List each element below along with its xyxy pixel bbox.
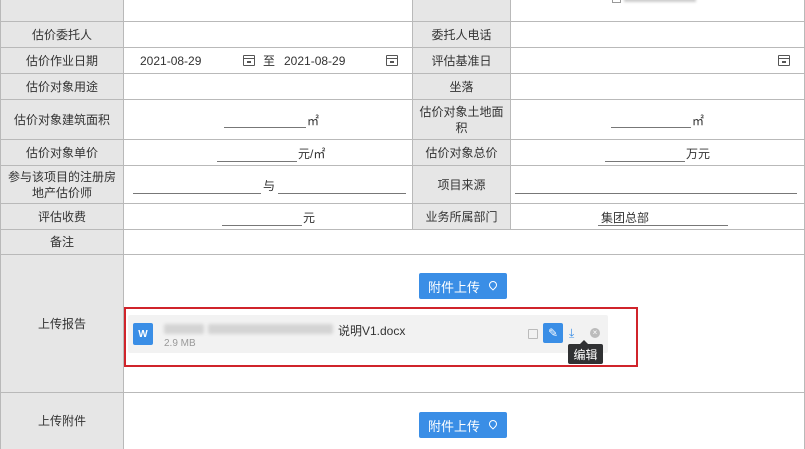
file-size: 2.9 MB (164, 338, 196, 349)
form-row-remark: 备注 (0, 230, 805, 255)
form-row-top-partial (0, 0, 805, 22)
form-row-usage: 估价对象用途 坐落 (0, 74, 805, 100)
edit-tooltip: 编辑 (568, 340, 603, 364)
unit-price-cell: 元/㎡ (124, 140, 413, 165)
building-area-label: 估价对象建筑面积 (0, 100, 124, 139)
date-range-separator: 至 (263, 54, 276, 68)
location-pin-icon (487, 418, 499, 430)
form-row-area: 估价对象建筑面积 ㎡ 估价对象土地面积 ㎡ (0, 100, 805, 140)
appraiser-1-input[interactable] (133, 193, 261, 194)
department-label: 业务所属部门 (413, 204, 511, 229)
appraiser-2-input[interactable] (278, 193, 406, 194)
land-area-input[interactable] (611, 127, 691, 128)
location-input[interactable] (511, 74, 805, 99)
image-preview-icon[interactable] (528, 329, 538, 339)
total-price-unit: 万元 (686, 147, 711, 161)
word-file-icon: W (133, 323, 153, 345)
building-area-input[interactable] (224, 127, 306, 128)
department-cell: 集团总部 (511, 204, 805, 229)
unit-price-unit: 元/㎡ (298, 147, 326, 161)
land-area-cell: ㎡ (511, 100, 805, 139)
total-price-input[interactable] (605, 161, 685, 162)
attachment-upload-button[interactable]: 附件上传 (419, 412, 507, 438)
appraiser-and-text: 与 (263, 179, 276, 193)
land-area-unit: ㎡ (692, 114, 705, 128)
entrust-phone-input[interactable] (511, 22, 805, 47)
department-value: 集团总部 (601, 211, 650, 225)
appraiser-cell: 与 (124, 166, 413, 203)
land-area-label: 估价对象土地面积 (413, 100, 511, 139)
label-cell-empty-2 (413, 0, 511, 21)
fee-unit: 元 (303, 211, 316, 225)
unit-price-label: 估价对象单价 (0, 140, 124, 165)
workdate-range: 2021-08-29 至 2021-08-29 (124, 48, 413, 73)
total-price-cell: 万元 (511, 140, 805, 165)
form-row-price: 估价对象单价 元/㎡ 估价对象总价 万元 (0, 140, 805, 166)
edit-icon[interactable]: ✎ (543, 323, 563, 343)
download-icon[interactable]: ⤓ (569, 326, 574, 341)
date-to-input[interactable]: 2021-08-29 (284, 54, 345, 68)
checkbox[interactable] (612, 0, 621, 3)
base-date-label: 评估基准日 (413, 48, 511, 73)
project-source-label: 项目来源 (413, 166, 511, 203)
building-area-cell: ㎡ (124, 100, 413, 139)
remark-input[interactable] (124, 230, 805, 254)
usage-input[interactable] (124, 74, 413, 99)
fee-cell: 元 (124, 204, 413, 229)
report-upload-button[interactable]: 附件上传 (419, 273, 507, 299)
redacted-filename-part (164, 324, 204, 334)
uploaded-file-card: W 说明V1.docx 2.9 MB ✎ ⤓ × (128, 315, 608, 353)
fee-input[interactable] (222, 225, 302, 226)
attachment-upload-button-label: 附件上传 (428, 418, 481, 434)
entrust-phone-label: 委托人电话 (413, 22, 511, 47)
remark-label: 备注 (0, 230, 124, 254)
form-row-attachment: 上传附件 (0, 393, 805, 449)
label-cell-empty (0, 0, 124, 21)
usage-label: 估价对象用途 (0, 74, 124, 99)
form-row-appraiser: 参与该项目的注册房地产估价师 与 项目来源 (0, 166, 805, 204)
redacted-text (624, 0, 696, 2)
close-icon[interactable]: × (590, 328, 600, 338)
department-select[interactable] (598, 225, 728, 226)
attachment-upload-label: 上传附件 (0, 393, 124, 449)
value-cell-empty-2 (511, 0, 805, 21)
workdate-label: 估价作业日期 (0, 48, 124, 73)
base-date-input[interactable] (511, 48, 805, 73)
report-upload-button-label: 附件上传 (428, 279, 481, 295)
unit-price-input[interactable] (217, 161, 297, 162)
form-row-entrust: 估价委托人 委托人电话 (0, 22, 805, 48)
form-row-workdate: 估价作业日期 2021-08-29 至 2021-08-29 评估基准日 (0, 48, 805, 74)
calendar-icon[interactable] (778, 55, 790, 66)
form-row-fee: 评估收费 元 业务所属部门 集团总部 (0, 204, 805, 230)
file-name[interactable]: 说明V1.docx (338, 322, 405, 339)
total-price-label: 估价对象总价 (413, 140, 511, 165)
calendar-icon[interactable] (243, 55, 255, 66)
entrust-label: 估价委托人 (0, 22, 124, 47)
fee-label: 评估收费 (0, 204, 124, 229)
project-source-input[interactable] (515, 193, 797, 194)
project-source-cell (511, 166, 805, 203)
redacted-filename-part (208, 324, 333, 334)
appraiser-label: 参与该项目的注册房地产估价师 (0, 166, 124, 203)
location-pin-icon (487, 279, 499, 291)
value-cell-empty (124, 0, 413, 21)
entrust-input[interactable] (124, 22, 413, 47)
building-area-unit: ㎡ (307, 114, 320, 128)
location-label: 坐落 (413, 74, 511, 99)
calendar-icon[interactable] (386, 55, 398, 66)
report-upload-label: 上传报告 (0, 255, 124, 392)
date-from-input[interactable]: 2021-08-29 (140, 54, 201, 68)
appraisal-form: 估价委托人 委托人电话 估价作业日期 2021-08-29 至 2021-08-… (0, 0, 805, 449)
